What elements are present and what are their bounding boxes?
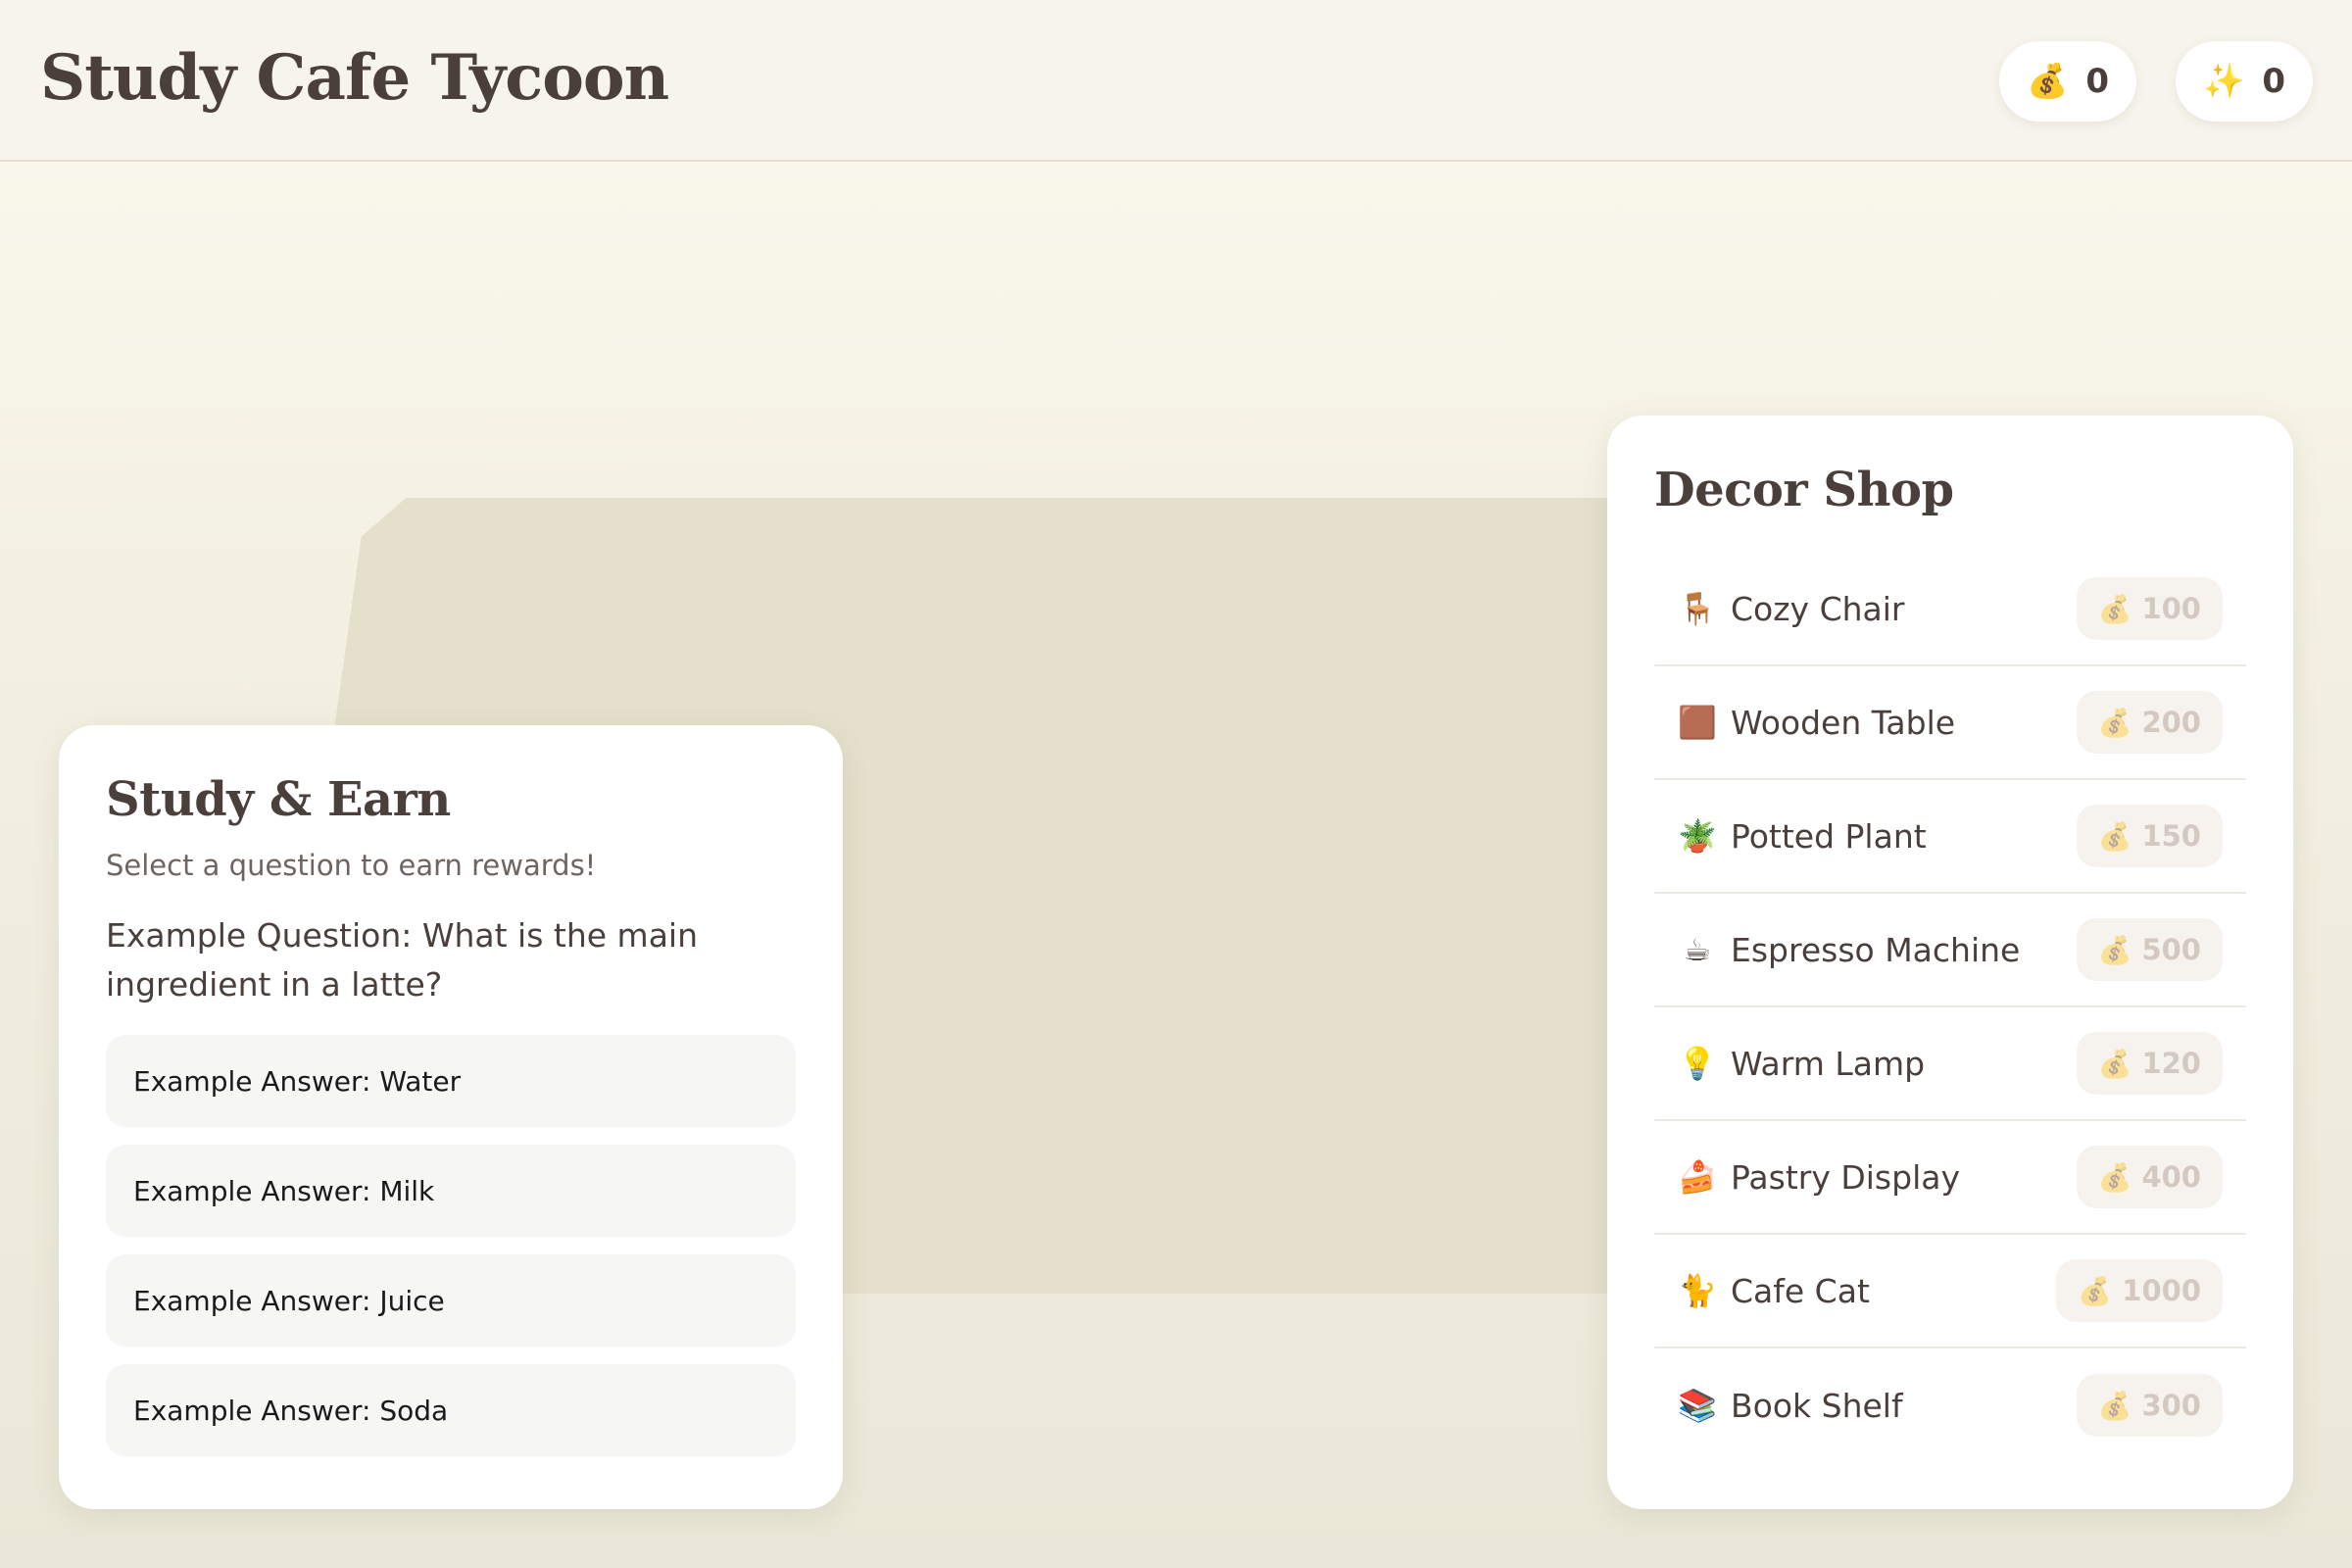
price-value: 150 — [2141, 819, 2201, 853]
coffee-icon: ☕ — [1683, 931, 1712, 968]
shop-item-name: Cozy Chair — [1731, 589, 1905, 628]
price-value: 120 — [2141, 1047, 2201, 1080]
top-bar: Study Cafe Tycoon 💰 0 ✨ 0 — [0, 0, 2352, 162]
chair-icon: 🪑 — [1678, 590, 1717, 627]
brown-square-icon: 🟫 — [1678, 704, 1717, 741]
stars-counter: ✨ 0 — [2176, 41, 2313, 122]
light-bulb-icon: 💡 — [1678, 1045, 1717, 1082]
shop-title: Decor Shop — [1654, 463, 1954, 517]
shop-item-book-shelf: 📚 Book Shelf 💰 300 — [1654, 1348, 2246, 1462]
price-value: 300 — [2141, 1389, 2201, 1422]
money-bag-icon: 💰 — [2097, 933, 2132, 966]
buy-button[interactable]: 💰 150 — [2076, 805, 2223, 867]
study-panel: Study & Earn Select a question to earn r… — [59, 725, 843, 1509]
buy-button[interactable]: 💰 400 — [2076, 1146, 2223, 1208]
shop-item-name: Pastry Display — [1731, 1157, 1960, 1197]
shop-item-espresso-machine: ☕ Espresso Machine 💰 500 — [1654, 894, 2246, 1007]
money-bag-icon: 💰 — [2097, 592, 2132, 625]
question-text: Example Question: What is the main ingre… — [106, 916, 699, 1004]
money-bag-icon: 💰 — [2078, 1274, 2113, 1307]
shop-item-pastry-display: 🍰 Pastry Display 💰 400 — [1654, 1121, 2246, 1235]
money-bag-icon: 💰 — [2097, 1160, 2132, 1194]
money-bag-icon: 💰 — [2026, 62, 2069, 101]
shop-item-name: Wooden Table — [1731, 703, 1956, 742]
answer-button[interactable]: Example Answer: Soda — [106, 1364, 796, 1456]
potted-plant-icon: 🪴 — [1678, 817, 1717, 855]
sparkles-icon: ✨ — [2202, 62, 2245, 101]
shop-item-name: Book Shelf — [1731, 1386, 1903, 1425]
buy-button[interactable]: 💰 300 — [2076, 1374, 2223, 1437]
shop-item-name: Cafe Cat — [1731, 1271, 1870, 1310]
price-value: 100 — [2141, 592, 2201, 625]
shop-item-warm-lamp: 💡 Warm Lamp 💰 120 — [1654, 1007, 2246, 1121]
answer-list: Example Answer: Water Example Answer: Mi… — [106, 1035, 796, 1456]
answer-button[interactable]: Example Answer: Juice — [106, 1254, 796, 1347]
stars-value: 0 — [2262, 62, 2285, 101]
money-bag-icon: 💰 — [2097, 706, 2132, 739]
books-icon: 📚 — [1678, 1387, 1717, 1424]
price-value: 500 — [2141, 933, 2201, 966]
price-value: 1000 — [2122, 1274, 2201, 1307]
answer-button[interactable]: Example Answer: Milk — [106, 1145, 796, 1237]
shop-item-name: Warm Lamp — [1731, 1044, 1926, 1083]
shop-item-potted-plant: 🪴 Potted Plant 💰 150 — [1654, 780, 2246, 894]
buy-button[interactable]: 💰 120 — [2076, 1032, 2223, 1095]
shop-item-list: 🪑 Cozy Chair 💰 100 🟫 Wooden Table 💰 200 … — [1654, 553, 2246, 1462]
price-value: 200 — [2141, 706, 2201, 739]
study-title: Study & Earn — [106, 772, 451, 827]
shop-item-name: Espresso Machine — [1731, 930, 2021, 969]
shop-item-wooden-table: 🟫 Wooden Table 💰 200 — [1654, 666, 2246, 780]
shop-item-cozy-chair: 🪑 Cozy Chair 💰 100 — [1654, 553, 2246, 666]
buy-button[interactable]: 💰 500 — [2076, 918, 2223, 981]
buy-button[interactable]: 💰 1000 — [2056, 1259, 2223, 1322]
answer-button[interactable]: Example Answer: Water — [106, 1035, 796, 1127]
coins-value: 0 — [2085, 62, 2109, 101]
money-bag-icon: 💰 — [2097, 1047, 2132, 1080]
cake-icon: 🍰 — [1678, 1158, 1717, 1196]
price-value: 400 — [2141, 1160, 2201, 1194]
app-title: Study Cafe Tycoon — [40, 41, 669, 115]
decor-shop-panel: Decor Shop 🪑 Cozy Chair 💰 100 🟫 Wooden T… — [1607, 416, 2293, 1509]
cat-icon: 🐈 — [1678, 1272, 1717, 1309]
buy-button[interactable]: 💰 100 — [2076, 577, 2223, 640]
money-bag-icon: 💰 — [2097, 1389, 2132, 1422]
shop-item-name: Potted Plant — [1731, 816, 1927, 856]
study-subtitle: Select a question to earn rewards! — [106, 849, 597, 882]
coins-counter: 💰 0 — [1999, 41, 2136, 122]
shop-item-cafe-cat: 🐈 Cafe Cat 💰 1000 — [1654, 1235, 2246, 1348]
buy-button[interactable]: 💰 200 — [2076, 691, 2223, 754]
money-bag-icon: 💰 — [2097, 819, 2132, 853]
